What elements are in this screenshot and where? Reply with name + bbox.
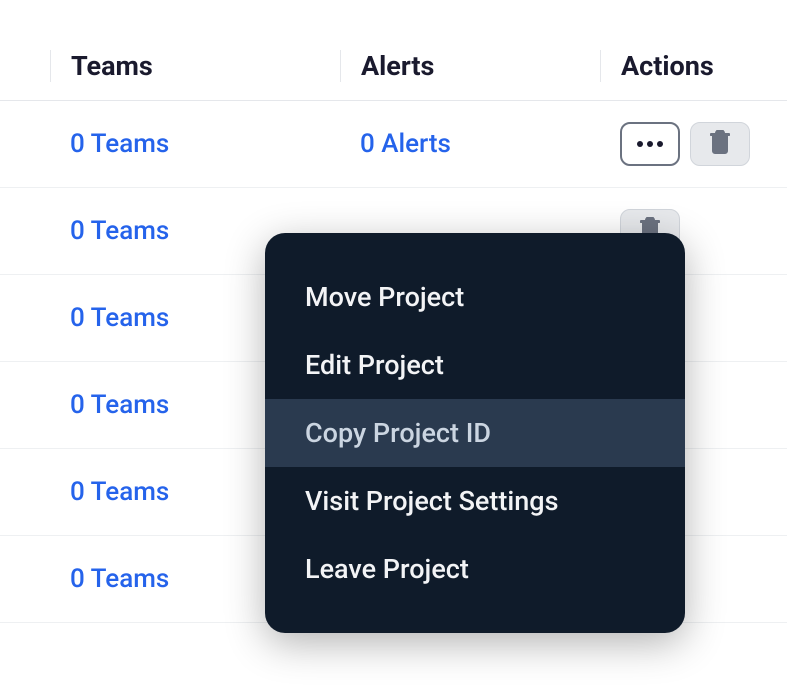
teams-link[interactable]: 0 Teams [70,564,169,594]
header-teams: Teams [50,50,340,82]
menu-item-edit-project[interactable]: Edit Project [265,331,685,399]
menu-item-copy-project-id[interactable]: Copy Project ID [265,399,685,467]
header-actions: Actions [600,50,787,82]
trash-icon [708,129,732,159]
teams-link[interactable]: 0 Teams [70,390,169,420]
teams-link[interactable]: 0 Teams [70,477,169,507]
alerts-cell: 0 Alerts [340,129,600,159]
delete-button[interactable] [690,122,750,166]
teams-link[interactable]: 0 Teams [70,303,169,333]
menu-item-move-project[interactable]: Move Project [265,263,685,331]
table-header: Teams Alerts Actions [0,50,787,101]
menu-item-visit-project-settings[interactable]: Visit Project Settings [265,467,685,535]
context-menu: Move ProjectEdit ProjectCopy Project IDV… [265,233,685,633]
table-row: 0 Teams 0 Alerts [0,101,787,188]
menu-item-leave-project[interactable]: Leave Project [265,535,685,603]
teams-cell: 0 Teams [50,129,340,159]
more-icon [637,141,663,147]
teams-link[interactable]: 0 Teams [70,129,169,159]
more-button[interactable] [620,122,680,166]
teams-link[interactable]: 0 Teams [70,216,169,246]
actions-cell [600,122,787,166]
header-alerts: Alerts [340,50,600,82]
alerts-link[interactable]: 0 Alerts [360,129,451,159]
